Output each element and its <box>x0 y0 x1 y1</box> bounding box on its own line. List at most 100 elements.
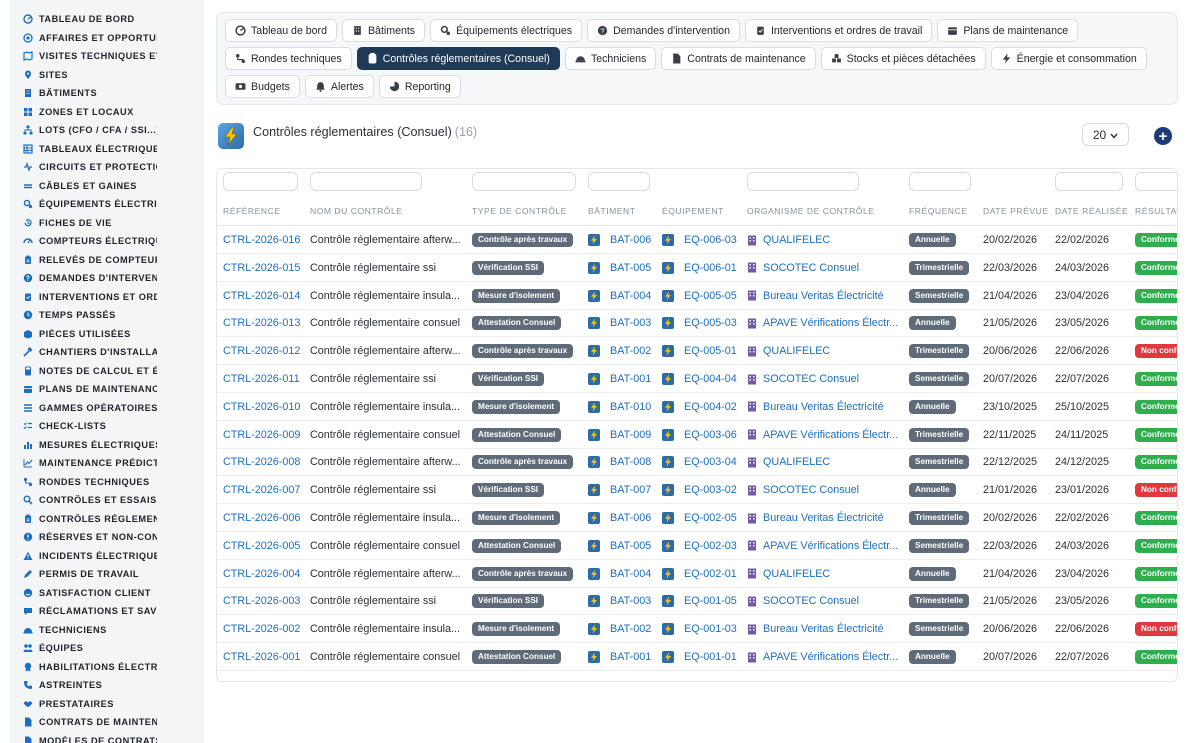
table-row[interactable]: CTRL-2026-013 Contrôle réglementaire cons… <box>217 309 1177 338</box>
equipment-link[interactable]: EQ-001-05 <box>684 595 737 607</box>
organization-link[interactable]: QUALIFELEC <box>763 568 830 580</box>
organization-cell[interactable]: Bureau Veritas Électricité <box>747 282 902 310</box>
column-header[interactable]: BÂTIMENT <box>588 206 635 216</box>
building-cell[interactable]: BAT-009 <box>588 421 651 449</box>
building-link[interactable]: BAT-001 <box>610 651 651 663</box>
sidebar-item[interactable]: MESURES ÉLECTRIQUES <box>10 436 204 455</box>
module-tab[interactable]: Équipements électriques <box>430 19 583 42</box>
sidebar-item[interactable]: CHECK-LISTS <box>10 417 204 436</box>
organization-link[interactable]: Bureau Veritas Électricité <box>763 401 884 413</box>
module-tab[interactable]: Rondes techniques <box>225 47 352 70</box>
column-header[interactable]: ÉQUIPEMENT <box>662 206 724 216</box>
organization-link[interactable]: APAVE Vérifications Électr... <box>763 540 898 552</box>
building-link[interactable]: BAT-005 <box>610 262 651 274</box>
page-size-select[interactable]: 20 <box>1082 123 1129 146</box>
table-row[interactable]: CTRL-2026-011 Contrôle réglementaire ssi V… <box>217 365 1177 393</box>
equipment-cell[interactable]: EQ-001-01 <box>662 643 737 671</box>
module-tab[interactable]: Contrôles réglementaires (Consuel) <box>356 47 560 70</box>
organization-link[interactable]: Bureau Veritas Électricité <box>763 290 884 302</box>
building-link[interactable]: BAT-010 <box>610 401 651 413</box>
equipment-link[interactable]: EQ-001-03 <box>684 623 737 635</box>
equipment-cell[interactable]: EQ-002-03 <box>662 532 737 560</box>
equipment-cell[interactable]: EQ-004-04 <box>662 365 737 393</box>
organization-link[interactable]: SOCOTEC Consuel <box>763 262 859 274</box>
organization-link[interactable]: QUALIFELEC <box>763 456 830 468</box>
equipment-link[interactable]: EQ-002-03 <box>684 540 737 552</box>
reference-link[interactable]: CTRL-2026-015 <box>223 254 300 282</box>
building-cell[interactable]: BAT-006 <box>588 226 651 254</box>
building-cell[interactable]: BAT-001 <box>588 365 651 393</box>
table-row[interactable]: CTRL-2026-003 Contrôle réglementaire ssi V… <box>217 587 1177 616</box>
organization-link[interactable]: SOCOTEC Consuel <box>763 484 859 496</box>
building-cell[interactable]: BAT-004 <box>588 560 651 588</box>
organization-link[interactable]: SOCOTEC Consuel <box>763 595 859 607</box>
equipment-link[interactable]: EQ-002-01 <box>684 568 737 580</box>
organization-link[interactable]: APAVE Vérifications Électr... <box>763 651 898 663</box>
column-header[interactable]: NOM DU CONTRÔLE <box>310 206 403 216</box>
building-link[interactable]: BAT-006 <box>610 234 651 246</box>
building-cell[interactable]: BAT-010 <box>588 393 651 421</box>
equipment-cell[interactable]: EQ-002-05 <box>662 504 737 532</box>
building-link[interactable]: BAT-001 <box>610 373 651 385</box>
reference-link[interactable]: CTRL-2026-016 <box>223 226 300 254</box>
building-cell[interactable]: BAT-002 <box>588 615 651 643</box>
reference-link[interactable]: CTRL-2026-009 <box>223 421 300 449</box>
equipment-link[interactable]: EQ-003-06 <box>684 429 737 441</box>
equipment-cell[interactable]: EQ-005-01 <box>662 337 737 365</box>
organization-link[interactable]: QUALIFELEC <box>763 345 830 357</box>
sidebar-item[interactable]: CÂBLES ET GAINES <box>10 177 204 196</box>
table-row[interactable]: CTRL-2026-006 Contrôle réglementaire insu… <box>217 504 1177 532</box>
equipment-link[interactable]: EQ-004-04 <box>684 373 737 385</box>
organization-cell[interactable]: SOCOTEC Consuel <box>747 254 902 282</box>
sidebar-item[interactable]: NOTES DE CALCUL ET ÉTUDES <box>10 362 204 381</box>
table-row[interactable]: CTRL-2026-008 Contrôle réglementaire afte… <box>217 448 1177 477</box>
organization-cell[interactable]: SOCOTEC Consuel <box>747 587 902 615</box>
reference-link[interactable]: CTRL-2026-014 <box>223 282 300 310</box>
sidebar-item[interactable]: RÉCLAMATIONS ET SAV <box>10 602 204 621</box>
building-link[interactable]: BAT-007 <box>610 484 651 496</box>
module-tab[interactable]: Énergie et consommation <box>990 47 1147 70</box>
table-row[interactable]: CTRL-2026-007 Contrôle réglementaire ssi V… <box>217 476 1177 505</box>
sidebar-item[interactable]: LOTS (CFO / CFA / SSI...) <box>10 121 204 140</box>
equipment-cell[interactable]: EQ-001-03 <box>662 615 737 643</box>
table-row[interactable]: CTRL-2026-009 Contrôle réglementaire cons… <box>217 421 1177 449</box>
equipment-link[interactable]: EQ-003-02 <box>684 484 737 496</box>
sidebar-item[interactable]: GAMMES OPÉRATOIRES <box>10 399 204 418</box>
sidebar-item[interactable]: MODÈLES DE CONTRATS <box>10 732 204 743</box>
sidebar-item[interactable]: BÂTIMENTS <box>10 84 204 103</box>
building-link[interactable]: BAT-009 <box>610 429 651 441</box>
sidebar-item[interactable]: CONTRÔLES RÉGLEMENTAIRES <box>10 510 204 529</box>
sidebar-item[interactable]: VISITES TECHNIQUES ET <box>10 47 204 66</box>
organization-cell[interactable]: QUALIFELEC <box>747 337 902 365</box>
building-cell[interactable]: BAT-002 <box>588 337 651 365</box>
building-link[interactable]: BAT-005 <box>610 540 651 552</box>
table-row[interactable]: CTRL-2026-001 Contrôle réglementaire cons… <box>217 643 1177 671</box>
column-header[interactable]: ORGANISME DE CONTRÔLE <box>747 206 875 216</box>
equipment-cell[interactable]: EQ-001-05 <box>662 587 737 615</box>
column-filter-input[interactable] <box>223 172 298 191</box>
sidebar-item[interactable]: RELEVÉS DE COMPTEURS <box>10 251 204 270</box>
equipment-link[interactable]: EQ-006-01 <box>684 262 737 274</box>
building-link[interactable]: BAT-002 <box>610 623 651 635</box>
table-row[interactable]: CTRL-2026-015 Contrôle réglementaire ssi V… <box>217 254 1177 282</box>
organization-cell[interactable]: Bureau Veritas Électricité <box>747 504 902 532</box>
organization-cell[interactable]: APAVE Vérifications Électr... <box>747 643 902 671</box>
sidebar-item[interactable]: TECHNICIENS <box>10 621 204 640</box>
column-header[interactable]: FRÉQUENCE <box>909 206 967 216</box>
sidebar-item[interactable]: ASTREINTES <box>10 676 204 695</box>
building-cell[interactable]: BAT-006 <box>588 504 651 532</box>
building-link[interactable]: BAT-004 <box>610 290 651 302</box>
table-row[interactable]: CTRL-2026-010 Contrôle réglementaire insu… <box>217 393 1177 421</box>
equipment-cell[interactable]: EQ-006-03 <box>662 226 737 254</box>
module-tab[interactable]: Tableau de bord <box>225 19 337 42</box>
building-link[interactable]: BAT-003 <box>610 317 651 329</box>
column-filter-input[interactable] <box>909 172 971 191</box>
organization-cell[interactable]: APAVE Vérifications Électr... <box>747 309 902 337</box>
equipment-cell[interactable]: EQ-006-01 <box>662 254 737 282</box>
module-tab[interactable]: Contrats de maintenance <box>661 47 816 70</box>
organization-cell[interactable]: Bureau Veritas Électricité <box>747 393 902 421</box>
building-cell[interactable]: BAT-004 <box>588 282 651 310</box>
table-row[interactable]: CTRL-2026-016 Contrôle réglementaire afte… <box>217 226 1177 254</box>
organization-link[interactable]: SOCOTEC Consuel <box>763 373 859 385</box>
column-filter-input[interactable] <box>1055 172 1123 191</box>
